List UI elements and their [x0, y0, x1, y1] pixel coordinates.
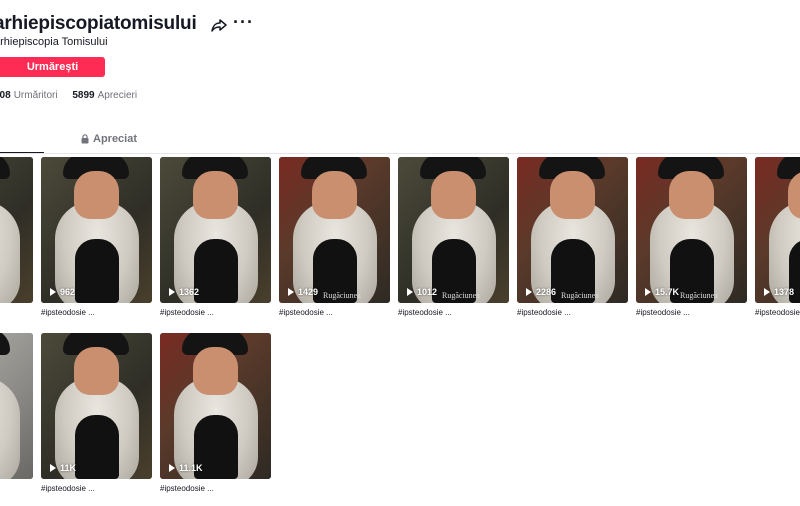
video-card[interactable] — [0, 157, 33, 308]
view-count-value: 1362 — [179, 287, 200, 297]
view-count: 1362 — [169, 287, 199, 297]
view-count-value: 11.1K — [179, 463, 203, 473]
view-count-value: 11K — [60, 463, 77, 473]
followers-count: 108 — [0, 90, 11, 101]
view-count-value: 2286 — [536, 287, 557, 297]
video-card[interactable]: 1362 #ipsteodosie ... — [160, 157, 271, 317]
video-caption[interactable]: #ipsteodosie ... — [160, 484, 271, 493]
view-count: 1012 — [407, 287, 437, 297]
video-caption[interactable]: #ipsteodosie ... — [636, 308, 747, 317]
thumbnail-face — [74, 171, 119, 219]
video-card[interactable]: 1378 #ipsteodosie ... — [755, 157, 800, 317]
tabs-divider — [0, 153, 800, 154]
view-count: 1429 — [288, 287, 318, 297]
video-card[interactable]: Rugăciunea 2286 #ipsteodosie ... — [517, 157, 628, 317]
thumbnail-microphone — [75, 239, 119, 303]
video-thumbnail[interactable]: 1378 — [755, 157, 800, 303]
followers-label[interactable]: Urmăritori — [14, 90, 58, 101]
follow-button[interactable]: Urmărești — [0, 57, 105, 77]
video-caption[interactable]: #ipsteodosie ... — [160, 308, 271, 317]
video-thumbnail[interactable]: 962 — [41, 157, 152, 303]
view-count: 15.7K — [645, 287, 679, 297]
play-icon — [526, 288, 532, 296]
play-icon — [169, 464, 175, 472]
view-count-value: 1429 — [298, 287, 319, 297]
video-card[interactable]: Rugăciunea 1429 #ipsteodosie ... — [279, 157, 390, 317]
video-caption[interactable]: #ipsteodosie ... — [517, 308, 628, 317]
video-caption[interactable]: #ipsteodosie ... — [755, 308, 800, 317]
profile-stats: 108Urmăritori 5899Aprecieri — [0, 90, 149, 101]
play-icon — [764, 288, 770, 296]
view-count-value: 15.7K — [655, 287, 680, 297]
thumbnail-microphone — [75, 415, 119, 479]
view-count: 11.1K — [169, 463, 203, 473]
profile-display-name: arhiepiscopia Tomisului — [0, 36, 108, 48]
view-count: 2286 — [526, 287, 556, 297]
video-thumbnail[interactable]: Rugăciunea 15.7K — [636, 157, 747, 303]
video-thumbnail[interactable]: 11K — [41, 333, 152, 479]
video-card[interactable]: 11K #ipsteodosie ... — [41, 333, 152, 493]
thumbnail-microphone — [194, 239, 238, 303]
thumbnail-face — [193, 171, 238, 219]
video-thumbnail[interactable]: 11.1K — [160, 333, 271, 479]
tab-liked[interactable]: Apreciat — [81, 133, 137, 145]
profile-username: arhiepiscopiatomisului — [0, 13, 197, 34]
video-thumbnail[interactable]: 1362 — [160, 157, 271, 303]
play-icon — [407, 288, 413, 296]
video-caption[interactable]: #ipsteodosie ... — [41, 484, 152, 493]
play-icon — [169, 288, 175, 296]
thumbnail-face — [312, 171, 357, 219]
view-count: 1378 — [764, 287, 794, 297]
video-caption[interactable]: #ipsteodosie ... — [41, 308, 152, 317]
thumbnail-watermark: Rugăciunea — [323, 291, 361, 300]
thumbnail-watermark: Rugăciunea — [561, 291, 599, 300]
thumbnail-watermark: Rugăciunea — [442, 291, 480, 300]
video-caption[interactable]: #ipsteodosie ... — [398, 308, 509, 317]
thumbnail-face — [669, 171, 714, 219]
lock-icon — [81, 134, 89, 144]
video-card[interactable]: Rugăciunea 15.7K #ipsteodosie ... — [636, 157, 747, 317]
thumbnail-face — [431, 171, 476, 219]
share-icon[interactable] — [211, 17, 227, 33]
profile-page: arhiepiscopiatomisului ··· arhiepiscopia… — [0, 0, 800, 506]
video-thumbnail[interactable] — [0, 333, 33, 479]
play-icon — [645, 288, 651, 296]
play-icon — [288, 288, 294, 296]
likes-label: Aprecieri — [97, 90, 138, 101]
view-count: 11K — [50, 463, 76, 473]
view-count-value: 1012 — [417, 287, 438, 297]
play-icon — [50, 464, 56, 472]
thumbnail-face — [193, 347, 238, 395]
video-card[interactable] — [0, 333, 33, 484]
likes-count: 5899 — [72, 90, 95, 101]
video-thumbnail[interactable] — [0, 157, 33, 303]
play-icon — [50, 288, 56, 296]
profile-tabs: t Apreciat — [0, 133, 778, 155]
video-card[interactable]: 11.1K #ipsteodosie ... — [160, 333, 271, 493]
video-card[interactable]: 962 #ipsteodosie ... — [41, 157, 152, 317]
tab-liked-label: Apreciat — [93, 133, 138, 145]
thumbnail-face — [74, 347, 119, 395]
view-count: 962 — [50, 287, 75, 297]
view-count-value: 1378 — [774, 287, 795, 297]
video-thumbnail[interactable]: Rugăciunea 1429 — [279, 157, 390, 303]
video-caption[interactable]: #ipsteodosie ... — [279, 308, 390, 317]
more-options-icon[interactable]: ··· — [233, 13, 254, 31]
thumbnail-watermark: Rugăciunea — [680, 291, 718, 300]
video-thumbnail[interactable]: Rugăciunea 2286 — [517, 157, 628, 303]
thumbnail-face — [550, 171, 595, 219]
video-card[interactable]: Rugăciunea 1012 #ipsteodosie ... — [398, 157, 509, 317]
video-thumbnail[interactable]: Rugăciunea 1012 — [398, 157, 509, 303]
view-count-value: 962 — [60, 287, 76, 297]
